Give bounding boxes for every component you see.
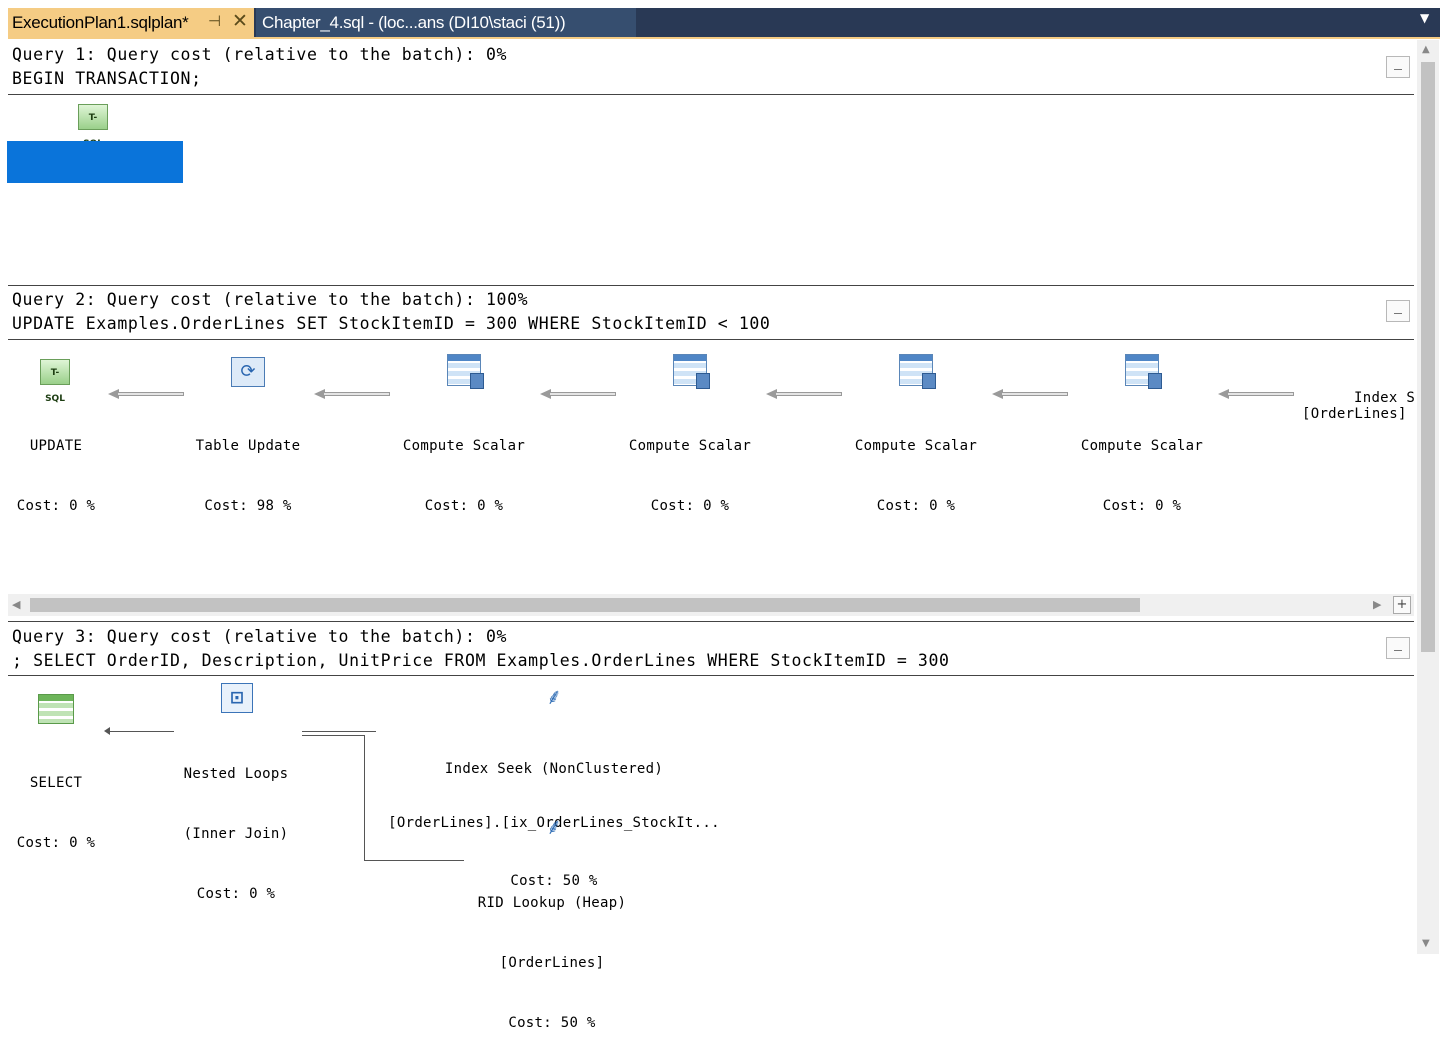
node-cost: Cost: 0 %: [196, 886, 276, 902]
tab-list-dropdown-icon[interactable]: ▼: [1420, 11, 1429, 25]
vertical-scroll-thumb[interactable]: [1421, 62, 1435, 652]
scroll-down-icon[interactable]: ▼: [1422, 938, 1430, 949]
index-seek-icon: ⸙: [545, 685, 563, 710]
node-name: SELECT: [29, 775, 83, 791]
nested-loops-icon: ⊡: [221, 683, 253, 713]
tab-label: Chapter_4.sql - (loc...ans (DI10\staci (…: [262, 13, 566, 32]
node-detail: (Inner Join): [183, 826, 289, 842]
compute-scalar-node[interactable]: Compute Scalar Cost: 0 %: [614, 396, 766, 536]
tsql-icon: T-SQL: [78, 104, 108, 149]
tab-underline: [8, 37, 1440, 39]
pin-icon[interactable]: ⊣: [208, 12, 221, 30]
node-name: Compute Scalar: [402, 438, 526, 454]
tab-execution-plan[interactable]: ExecutionPlan1.sqlplan* ⊣ ✕: [8, 8, 254, 37]
node-cost: Cost: 0 %: [876, 498, 956, 514]
rid-lookup-icon: ⸙: [545, 815, 563, 840]
flow-arrow: [992, 389, 1068, 399]
query3-divider: [8, 675, 1414, 676]
compute-scalar-icon: [1125, 354, 1162, 389]
index-scan-node[interactable]: Index S [OrderLines]: [1296, 386, 1414, 426]
tab-label: ExecutionPlan1.sqlplan*: [12, 13, 189, 32]
query1-header: Query 1: Query cost (relative to the bat…: [12, 45, 508, 64]
query2-top-divider: [8, 285, 1414, 286]
node-cost: Cost: 98 %: [204, 498, 292, 514]
scroll-right-icon[interactable]: ▶: [1373, 598, 1381, 611]
query2-header: Query 2: Query cost (relative to the bat…: [12, 290, 529, 309]
scroll-up-icon[interactable]: ▲: [1422, 44, 1430, 55]
query2-divider: [8, 339, 1414, 340]
compute-scalar-node[interactable]: Compute Scalar Cost: 0 %: [388, 396, 540, 536]
flow-arrow: [108, 389, 184, 399]
query3-statement: ; SELECT OrderID, Description, UnitPrice…: [12, 651, 950, 670]
update-node[interactable]: UPDATE Cost: 0 %: [0, 396, 112, 536]
node-name: BEGIN TRANSACTION: [20, 183, 170, 199]
node-cost: Cost: 0 %: [16, 498, 96, 514]
node-cost: Cost: 0 %: [650, 498, 730, 514]
flow-arrowhead: [104, 727, 110, 735]
close-icon[interactable]: ✕: [232, 10, 248, 33]
node-cost: Cost: 0 %: [55, 243, 135, 259]
node-name: Nested Loops: [183, 766, 289, 782]
tsql-icon: T-SQL: [40, 359, 70, 404]
begin-transaction-node[interactable]: BEGIN TRANSACTION Cost: 0 %: [7, 141, 183, 259]
compute-scalar-icon: [673, 354, 710, 389]
select-node[interactable]: SELECT Cost: 0 %: [0, 733, 112, 873]
tab-chapter-4-sql[interactable]: Chapter_4.sql - (loc...ans (DI10\staci (…: [256, 8, 636, 37]
expand-pane-button[interactable]: +: [1393, 596, 1411, 614]
horizontal-scroll-thumb[interactable]: [30, 598, 1140, 612]
flow-connector: [302, 731, 376, 732]
flow-connector: [364, 735, 365, 860]
node-name: Compute Scalar: [1080, 438, 1204, 454]
node-name: Table Update: [195, 438, 301, 454]
rid-lookup-node[interactable]: RID Lookup (Heap) [OrderLines] Cost: 50 …: [452, 853, 652, 1053]
node-name: RID Lookup (Heap): [477, 895, 627, 911]
query1-divider: [8, 94, 1414, 95]
node-cost: Cost: 0 %: [1102, 498, 1182, 514]
node-cost: Cost: 0 %: [424, 498, 504, 514]
table-update-node[interactable]: Table Update Cost: 98 %: [178, 396, 318, 536]
flow-arrow: [540, 389, 616, 399]
flow-connector: [108, 731, 174, 732]
query3-top-divider: [8, 621, 1414, 622]
node-name: UPDATE: [29, 438, 83, 454]
node-name: Compute Scalar: [854, 438, 978, 454]
query2-collapse-button[interactable]: [1386, 300, 1410, 322]
query3-collapse-button[interactable]: [1386, 637, 1410, 659]
query3-header: Query 3: Query cost (relative to the bat…: [12, 627, 508, 646]
flow-connector: [302, 735, 364, 736]
query2-statement: UPDATE Examples.OrderLines SET StockItem…: [12, 314, 771, 333]
flow-arrow: [766, 389, 842, 399]
compute-scalar-icon: [899, 354, 936, 389]
compute-scalar-node[interactable]: Compute Scalar Cost: 0 %: [840, 396, 992, 536]
node-cost: Cost: 0 %: [16, 835, 96, 851]
node-detail: [OrderLines]: [1302, 406, 1407, 422]
scroll-left-icon[interactable]: ◀: [12, 598, 20, 611]
compute-scalar-icon: [447, 354, 484, 389]
nested-loops-node[interactable]: Nested Loops (Inner Join) Cost: 0 %: [166, 724, 306, 924]
select-icon: [38, 694, 74, 724]
node-name: Compute Scalar: [628, 438, 752, 454]
query1-collapse-button[interactable]: [1386, 56, 1410, 78]
table-update-icon: ⟳: [231, 357, 265, 387]
compute-scalar-node[interactable]: Compute Scalar Cost: 0 %: [1066, 396, 1218, 536]
node-cost: Cost: 50 %: [508, 1015, 596, 1031]
query1-statement: BEGIN TRANSACTION;: [12, 69, 202, 88]
flow-arrow: [314, 389, 390, 399]
node-name: Index Seek (NonClustered): [444, 761, 664, 777]
node-detail: [OrderLines]: [499, 955, 605, 971]
flow-arrow: [1218, 389, 1294, 399]
